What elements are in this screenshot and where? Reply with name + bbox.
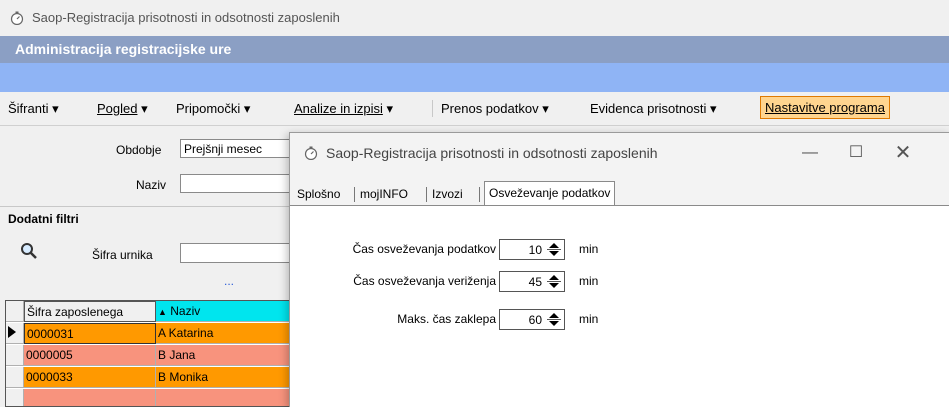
row-indicator [6, 389, 24, 406]
row-indicator [6, 345, 24, 366]
max-lock-value[interactable]: 60 [529, 313, 542, 327]
tab-splosno[interactable]: Splošno [297, 187, 340, 201]
minimize-button[interactable]: — [787, 141, 833, 165]
maximize-button[interactable]: ☐ [833, 141, 879, 165]
row-indicator [6, 367, 24, 388]
chevron-down-icon: ▾ [52, 101, 59, 116]
cell-name[interactable]: A Katarina [156, 323, 291, 344]
name-label: Naziv [136, 178, 167, 192]
toolbar-band [0, 63, 949, 92]
period-label: Obdobje [116, 143, 162, 157]
refresh-data-unit: min [579, 242, 599, 256]
current-row-icon [6, 323, 24, 344]
cell-name[interactable]: B Jana [156, 345, 291, 366]
dialog-title-bar: Saop-Registracija prisotnosti in odsotno… [290, 133, 949, 177]
settings-dialog: Saop-Registracija prisotnosti in odsotno… [289, 132, 949, 407]
name-input[interactable] [180, 174, 290, 193]
table-row[interactable] [6, 389, 291, 406]
tab-separator [479, 187, 480, 202]
chevron-down-icon: ▾ [542, 101, 549, 116]
refresh-chaining-label: Čas osveževanja veriženja [353, 274, 496, 288]
cell-code[interactable]: 0000005 [24, 345, 156, 366]
stopwatch-icon [304, 146, 318, 163]
tab-strip: Splošno mojINFO Izvozi Osveževanje podat… [290, 181, 949, 205]
chevron-down-icon: ▾ [709, 101, 717, 116]
chevron-down-icon: ▾ [386, 101, 394, 116]
tab-separator [354, 187, 355, 202]
spinner-arrows-icon[interactable] [546, 273, 562, 290]
refresh-chaining-spinner[interactable]: 45 [499, 271, 565, 292]
max-lock-label: Maks. čas zaklepa [397, 312, 496, 326]
tab-mojinfo[interactable]: mojINFO [360, 187, 408, 201]
refresh-chaining-unit: min [579, 274, 599, 288]
refresh-data-value[interactable]: 10 [529, 243, 542, 257]
column-header-code[interactable]: Šifra zaposlenega [24, 301, 156, 322]
cell-code[interactable] [24, 389, 156, 406]
refresh-data-spinner[interactable]: 10 [499, 239, 565, 260]
divider [0, 206, 290, 207]
menu-separator [432, 100, 433, 117]
sort-asc-icon: ▲ [158, 307, 167, 317]
schedule-code-input[interactable] [180, 243, 290, 263]
cell-name[interactable]: B Monika [156, 367, 291, 388]
table-row[interactable]: 0000031 A Katarina [6, 323, 291, 345]
tab-osvezevanje[interactable]: Osveževanje podatkov [484, 181, 616, 205]
admin-title: Administracija registracijske ure [15, 41, 232, 57]
grid-header: Šifra zaposlenega ▲ Naziv [6, 301, 291, 323]
schedule-code-label: Šifra urnika [92, 248, 153, 262]
menu-bar: Šifranti ▾ Pogled ▾ Pripomočki ▾ Analize… [0, 92, 949, 126]
period-select[interactable]: Prejšnji mesec [180, 139, 290, 158]
employees-grid: Šifra zaposlenega ▲ Naziv 0000031 A Kata… [5, 300, 292, 407]
refresh-data-label: Čas osveževanja podatkov [352, 242, 496, 256]
max-lock-spinner[interactable]: 60 [499, 309, 565, 330]
menu-analize[interactable]: Analize in izpisi ▾ [294, 101, 393, 117]
close-button[interactable]: ✕ [880, 141, 926, 165]
cell-name[interactable] [156, 389, 291, 406]
row-indicator-header [6, 301, 24, 322]
tab-separator [426, 187, 427, 202]
menu-pogled[interactable]: Pogled ▾ [97, 101, 148, 117]
search-icon[interactable] [20, 242, 38, 263]
tab-izvozi[interactable]: Izvozi [432, 187, 463, 201]
more-link[interactable]: ... [224, 274, 234, 288]
menu-nastavitve[interactable]: Nastavitve programa [760, 96, 890, 119]
menu-pripomocki[interactable]: Pripomočki ▾ [176, 101, 250, 117]
menu-sifranti[interactable]: Šifranti ▾ [8, 101, 59, 117]
column-header-name[interactable]: ▲ Naziv [156, 301, 291, 322]
table-row[interactable]: 0000005 B Jana [6, 345, 291, 367]
chevron-down-icon: ▾ [141, 101, 148, 116]
tab-panel-refresh: Čas osveževanja podatkov 10 min Čas osve… [290, 205, 949, 407]
menu-prenos[interactable]: Prenos podatkov ▾ [441, 101, 549, 117]
spinner-arrows-icon[interactable] [546, 311, 562, 328]
table-row[interactable]: 0000033 B Monika [6, 367, 291, 389]
menu-evidenca[interactable]: Evidenca prisotnosti ▾ [590, 101, 717, 117]
chevron-down-icon: ▾ [243, 101, 251, 116]
max-lock-unit: min [579, 312, 599, 326]
cell-code[interactable]: 0000031 [24, 323, 156, 344]
app-title: Saop-Registracija prisotnosti in odsotno… [32, 10, 340, 25]
extra-filters-title: Dodatni filtri [8, 212, 79, 226]
spinner-arrows-icon[interactable] [546, 241, 562, 258]
refresh-chaining-value[interactable]: 45 [529, 275, 542, 289]
app-title-bar: Saop-Registracija prisotnosti in odsotno… [0, 0, 949, 36]
stopwatch-icon [10, 11, 24, 28]
dialog-title: Saop-Registracija prisotnosti in odsotno… [326, 145, 658, 161]
cell-code[interactable]: 0000033 [24, 367, 156, 388]
admin-header-bar: Administracija registracijske ure [0, 36, 949, 63]
